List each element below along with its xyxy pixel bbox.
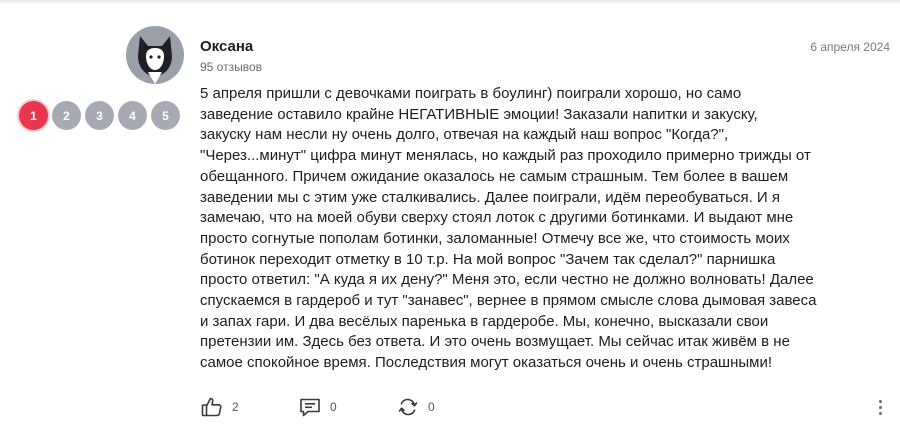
more-options-button[interactable] xyxy=(872,396,888,418)
author-reviews-count: 95 отзывов xyxy=(200,60,263,74)
review-text: 5 апреля пришли с девочками поиграть в б… xyxy=(200,85,817,372)
comment-button[interactable]: 0 xyxy=(298,395,396,419)
repost-icon xyxy=(396,395,420,419)
review-actions: 2 0 0 xyxy=(200,394,435,420)
like-count: 2 xyxy=(232,400,239,414)
rating-option-2: 2 xyxy=(52,101,81,130)
repost-count: 0 xyxy=(428,400,435,414)
cat-silhouette-icon xyxy=(138,36,172,84)
repost-button[interactable]: 0 xyxy=(396,395,435,419)
comment-count: 0 xyxy=(330,400,337,414)
rating-option-3: 3 xyxy=(85,101,114,130)
review-date: 6 апреля 2024 xyxy=(810,40,890,54)
comment-icon xyxy=(298,395,322,419)
like-button[interactable]: 2 xyxy=(200,395,298,419)
avatar[interactable] xyxy=(126,26,184,84)
more-vertical-icon xyxy=(878,399,882,403)
top-divider xyxy=(0,0,900,4)
rating-option-1: 1 xyxy=(19,101,48,130)
rating: 1 2 3 4 5 xyxy=(19,101,180,130)
author-name[interactable]: Оксана xyxy=(200,38,253,55)
rating-option-5: 5 xyxy=(151,101,180,130)
thumbs-up-icon xyxy=(200,395,224,419)
rating-option-4: 4 xyxy=(118,101,147,130)
